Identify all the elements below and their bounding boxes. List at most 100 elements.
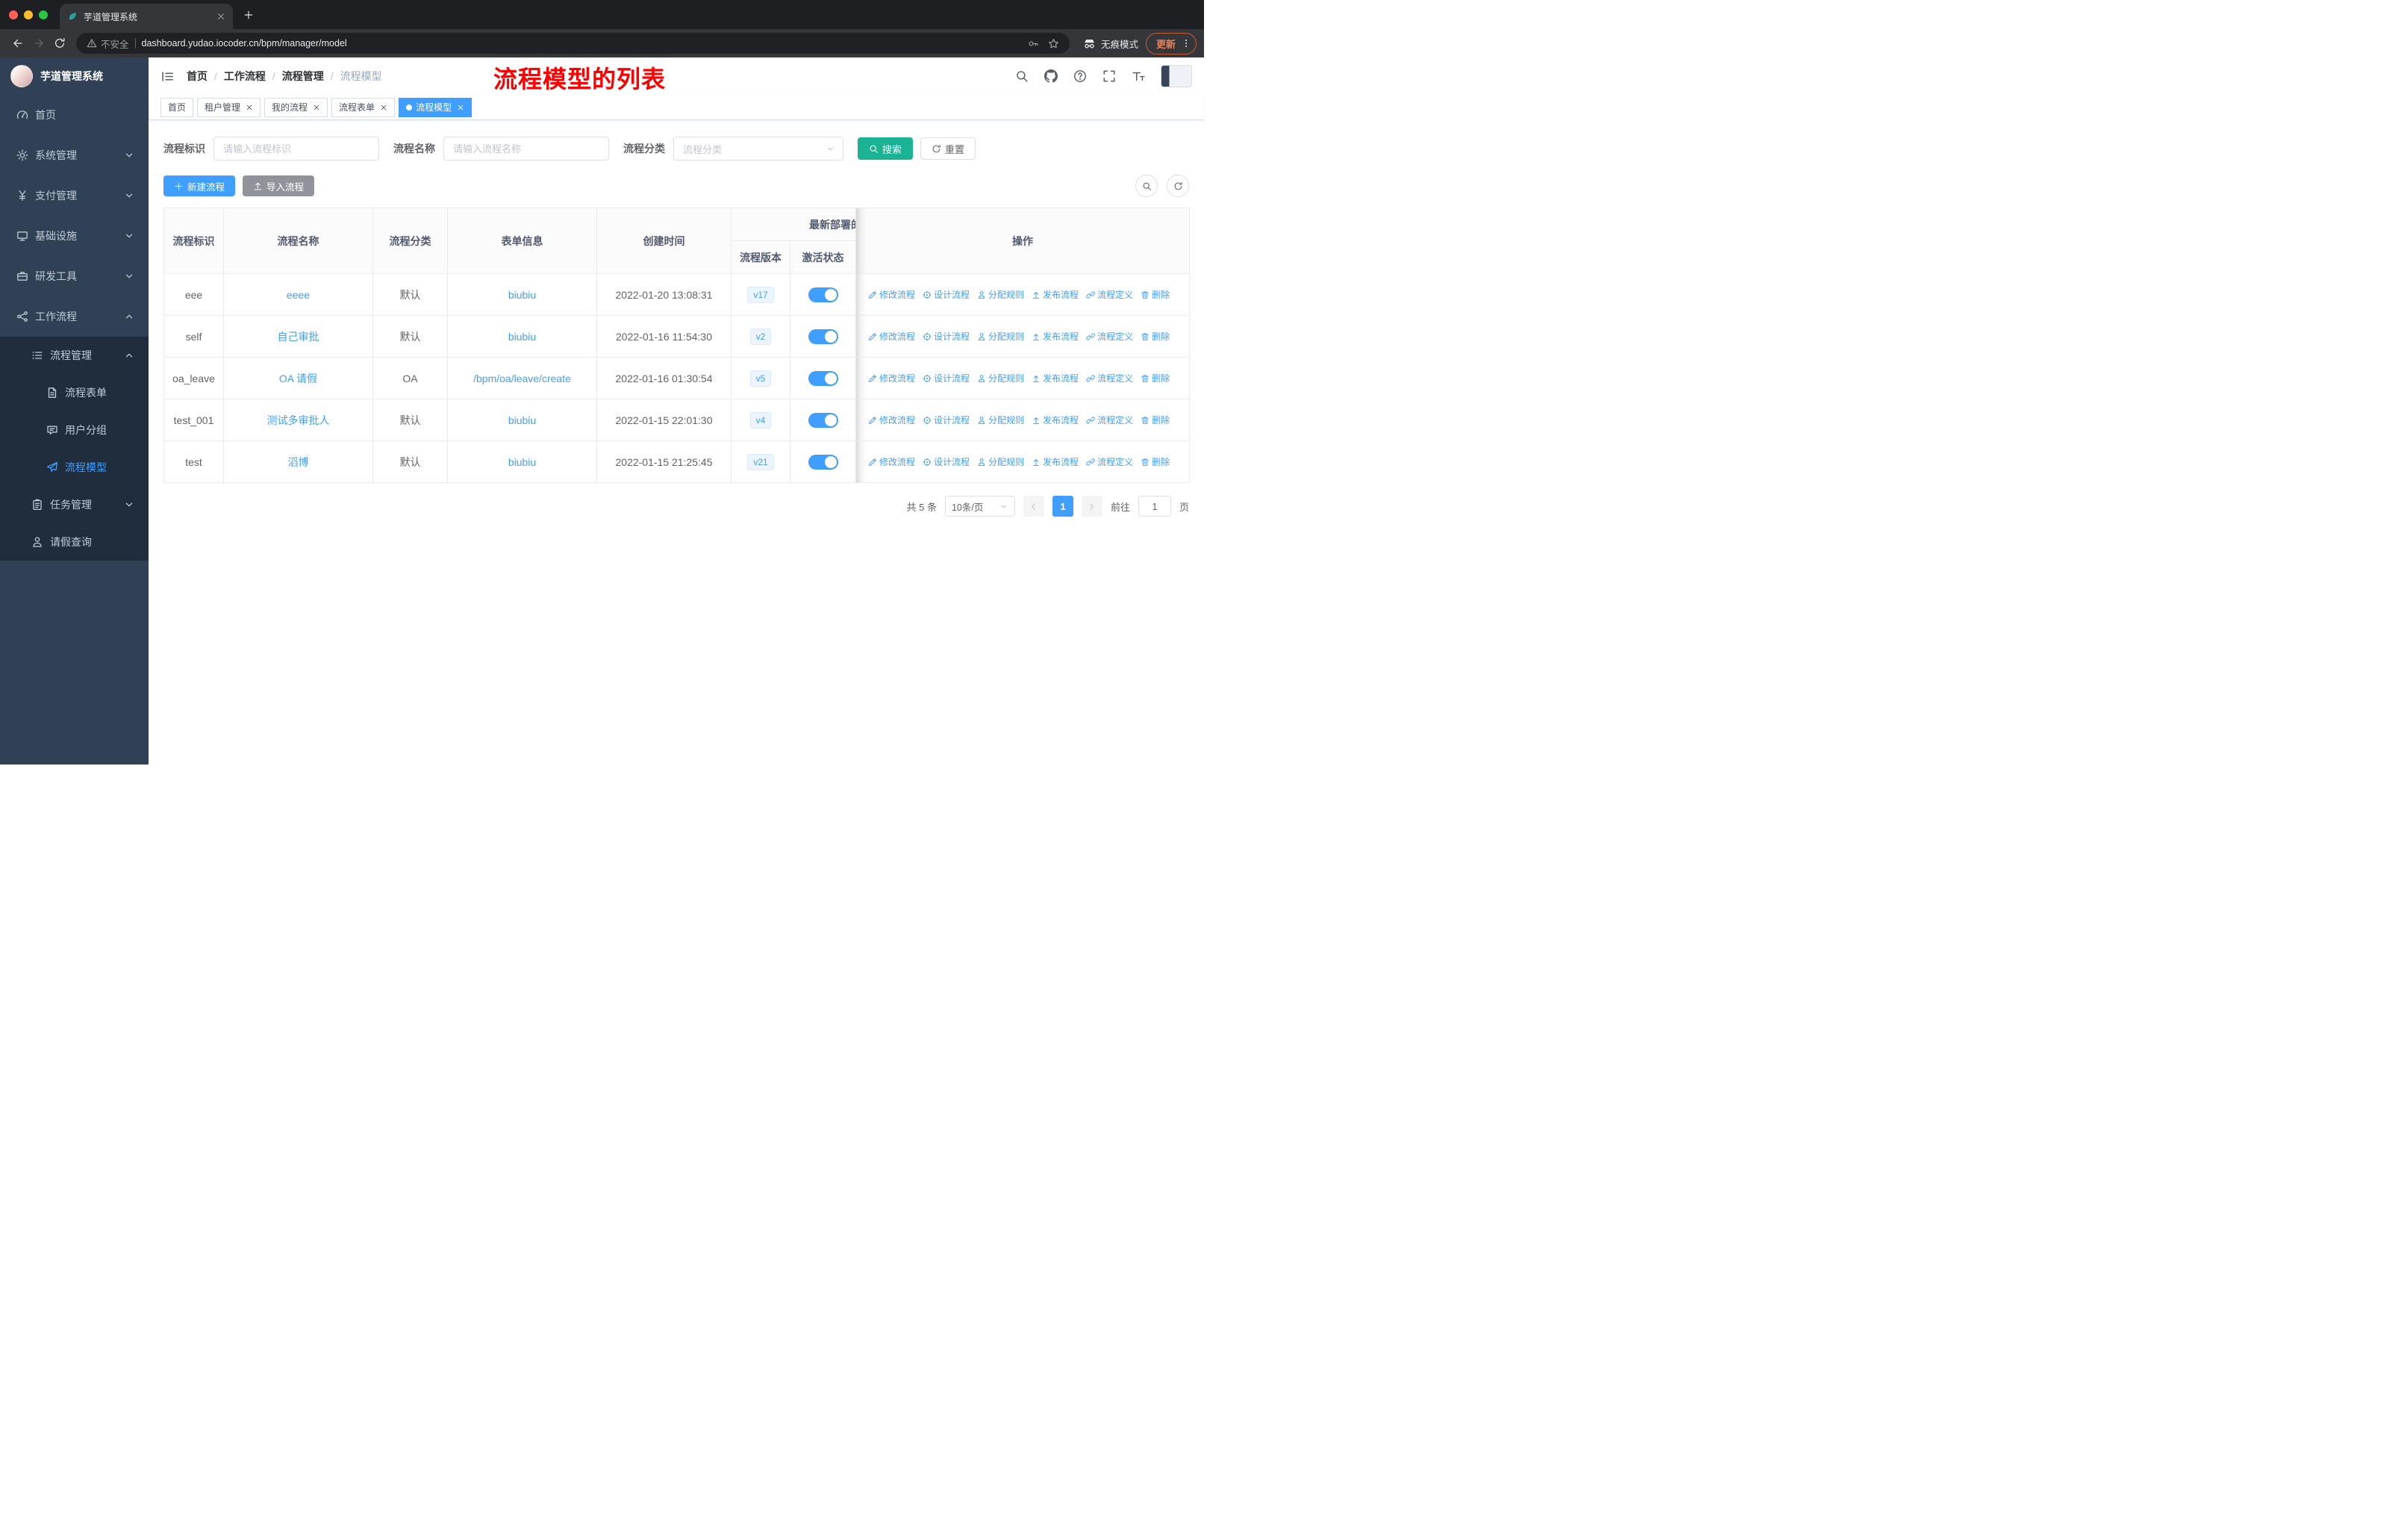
tag-close-icon[interactable] <box>457 104 464 111</box>
sidebar-item-workflow[interactable]: 工作流程 <box>0 296 149 337</box>
address-bar[interactable]: 不安全 dashboard.yudao.iocoder.cn/bpm/manag… <box>76 33 1070 54</box>
next-page-button[interactable] <box>1081 496 1102 517</box>
edit-action[interactable]: 修改流程 <box>868 414 915 426</box>
publish-action[interactable]: 发布流程 <box>1032 372 1079 384</box>
browser-menu-icon[interactable] <box>1181 38 1191 49</box>
user-avatar[interactable] <box>1161 65 1192 87</box>
refresh-table-button[interactable] <box>1167 175 1189 197</box>
bookmark-star-icon[interactable] <box>1048 38 1059 49</box>
definition-action[interactable]: 流程定义 <box>1086 455 1133 468</box>
toggle-search-button[interactable] <box>1135 175 1158 197</box>
assign-action[interactable]: 分配规则 <box>977 372 1024 384</box>
reset-button[interactable]: 重置 <box>920 137 976 160</box>
process-id-input[interactable] <box>213 137 379 161</box>
sidebar-item-process-form[interactable]: 流程表单 <box>0 374 149 411</box>
reload-button[interactable] <box>49 33 70 54</box>
forward-button[interactable] <box>28 33 49 54</box>
tag-close-icon[interactable] <box>380 104 387 111</box>
delete-action[interactable]: 删除 <box>1141 330 1170 343</box>
sidebar-item-leave-query[interactable]: 请假查询 <box>0 523 149 561</box>
definition-action[interactable]: 流程定义 <box>1086 372 1133 384</box>
form-link[interactable]: biubiu <box>508 414 536 426</box>
definition-action[interactable]: 流程定义 <box>1086 414 1133 426</box>
sidebar-toggle-icon[interactable] <box>160 69 175 84</box>
edit-action[interactable]: 修改流程 <box>868 288 915 301</box>
publish-action[interactable]: 发布流程 <box>1032 288 1079 301</box>
breadcrumb-item-home[interactable]: 首页 <box>187 69 208 84</box>
assign-action[interactable]: 分配规则 <box>977 330 1024 343</box>
breadcrumb-item-workflow[interactable]: 工作流程 <box>224 69 266 84</box>
delete-action[interactable]: 删除 <box>1141 414 1170 426</box>
design-action[interactable]: 设计流程 <box>923 455 970 468</box>
form-link[interactable]: /bpm/oa/leave/create <box>473 373 571 384</box>
font-size-icon[interactable] <box>1132 69 1145 83</box>
github-icon[interactable] <box>1044 69 1058 83</box>
process-name-link[interactable]: 自己审批 <box>278 331 319 343</box>
design-action[interactable]: 设计流程 <box>923 288 970 301</box>
process-name-link[interactable]: OA 请假 <box>279 373 317 384</box>
assign-action[interactable]: 分配规则 <box>977 455 1024 468</box>
sidebar-item-system-mgmt[interactable]: 系统管理 <box>0 135 149 175</box>
publish-action[interactable]: 发布流程 <box>1032 414 1079 426</box>
delete-action[interactable]: 删除 <box>1141 372 1170 384</box>
browser-tab[interactable]: 芋道管理系统 <box>60 4 233 29</box>
status-toggle[interactable] <box>808 287 838 302</box>
minimize-window-button[interactable] <box>24 10 33 19</box>
view-tag-1[interactable]: 租户管理 <box>197 97 261 117</box>
delete-action[interactable]: 删除 <box>1141 288 1170 301</box>
sidebar-item-dev-tools[interactable]: 研发工具 <box>0 256 149 296</box>
breadcrumb-item-process-mgmt[interactable]: 流程管理 <box>282 69 324 84</box>
edit-action[interactable]: 修改流程 <box>868 455 915 468</box>
publish-action[interactable]: 发布流程 <box>1032 330 1079 343</box>
create-process-button[interactable]: 新建流程 <box>163 175 236 196</box>
password-key-icon[interactable] <box>1028 38 1039 49</box>
search-icon[interactable] <box>1015 69 1029 83</box>
form-link[interactable]: biubiu <box>508 456 536 468</box>
view-tag-3[interactable]: 流程表单 <box>331 97 396 117</box>
delete-action[interactable]: 删除 <box>1141 455 1170 468</box>
status-toggle[interactable] <box>808 454 838 470</box>
edit-action[interactable]: 修改流程 <box>868 330 915 343</box>
sidebar-item-user-group[interactable]: 用户分组 <box>0 411 149 449</box>
design-action[interactable]: 设计流程 <box>923 372 970 384</box>
sidebar-item-process-mgmt[interactable]: 流程管理 <box>0 337 149 374</box>
import-process-button[interactable]: 导入流程 <box>243 175 315 196</box>
close-window-button[interactable] <box>9 10 18 19</box>
view-tag-0[interactable]: 首页 <box>160 97 194 117</box>
definition-action[interactable]: 流程定义 <box>1086 330 1133 343</box>
assign-action[interactable]: 分配规则 <box>977 288 1024 301</box>
view-tag-4[interactable]: 流程模型 <box>399 97 472 117</box>
fullscreen-window-button[interactable] <box>39 10 48 19</box>
sidebar-item-process-model[interactable]: 流程模型 <box>0 449 149 486</box>
security-status[interactable]: 不安全 <box>87 37 129 51</box>
definition-action[interactable]: 流程定义 <box>1086 288 1133 301</box>
tag-close-icon[interactable] <box>313 104 320 111</box>
process-name-link[interactable]: eeee <box>287 289 310 301</box>
sidebar-item-payment-mgmt[interactable]: 支付管理 <box>0 175 149 216</box>
back-button[interactable] <box>7 33 28 54</box>
tag-close-icon[interactable] <box>246 104 253 111</box>
status-toggle[interactable] <box>808 370 838 386</box>
form-link[interactable]: biubiu <box>508 331 536 343</box>
process-name-input[interactable] <box>443 137 609 161</box>
goto-page-input[interactable] <box>1138 496 1171 517</box>
status-toggle[interactable] <box>808 412 838 428</box>
design-action[interactable]: 设计流程 <box>923 414 970 426</box>
design-action[interactable]: 设计流程 <box>923 330 970 343</box>
new-tab-button[interactable] <box>243 10 254 20</box>
process-category-select[interactable]: 流程分类 <box>673 137 843 161</box>
sidebar-item-task-mgmt[interactable]: 任务管理 <box>0 486 149 523</box>
tab-close-icon[interactable] <box>216 12 225 21</box>
search-button[interactable]: 搜索 <box>858 137 914 160</box>
sidebar-item-home[interactable]: 首页 <box>0 95 149 135</box>
help-icon[interactable] <box>1073 69 1087 83</box>
form-link[interactable]: biubiu <box>508 289 536 301</box>
assign-action[interactable]: 分配规则 <box>977 414 1024 426</box>
page-size-select[interactable]: 10条/页 <box>944 496 1015 517</box>
process-name-link[interactable]: 测试多审批人 <box>267 414 330 426</box>
edit-action[interactable]: 修改流程 <box>868 372 915 384</box>
fullscreen-icon[interactable] <box>1102 69 1116 83</box>
sidebar-item-infrastructure[interactable]: 基础设施 <box>0 216 149 256</box>
sidebar-logo[interactable]: 芋道管理系统 <box>0 57 149 95</box>
prev-page-button[interactable] <box>1023 496 1044 517</box>
